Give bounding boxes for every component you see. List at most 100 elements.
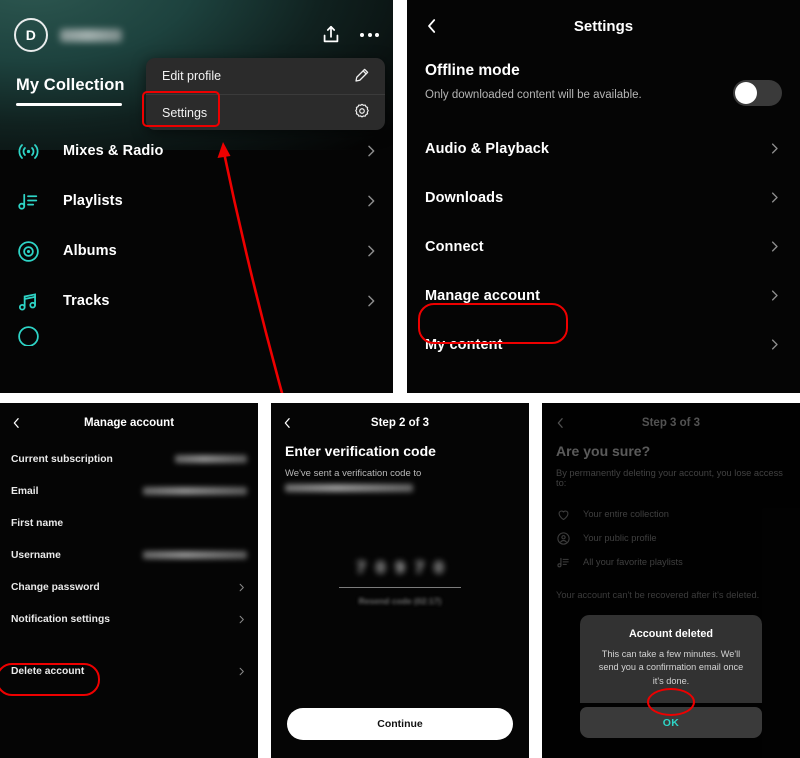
settings-row-my-content[interactable]: My content: [407, 320, 800, 369]
manage-row-delete-account[interactable]: Delete account: [0, 655, 258, 687]
playlist-icon: [556, 555, 571, 570]
manage-row-change-password[interactable]: Change password: [0, 571, 258, 603]
manage-row-label: Current subscription: [11, 453, 113, 465]
panel-settings: Settings Offline mode Only downloaded co…: [407, 0, 800, 393]
manage-row-label: Email: [11, 485, 39, 497]
manage-title: Manage account: [83, 417, 175, 429]
loss-item-label: Your public profile: [583, 533, 657, 543]
manage-row-first-name[interactable]: First name: [0, 507, 258, 539]
panel-separator: [258, 403, 271, 758]
manage-list: Current subscription Email First name Us…: [0, 443, 258, 687]
settings-row-audio-playback[interactable]: Audio & Playback: [407, 124, 800, 173]
verify-email-redacted: [285, 484, 413, 492]
collection-row-albums[interactable]: Albums: [0, 226, 393, 276]
chevron-left-icon[interactable]: [554, 417, 567, 430]
settings-row-label: Audio & Playback: [425, 140, 550, 157]
settings-nav-bar: Settings: [407, 0, 800, 52]
offline-mode-title: Offline mode: [425, 62, 520, 79]
confirm-description: By permanently deleting your account, yo…: [556, 468, 783, 488]
confirm-step-title: Step 3 of 3: [641, 417, 701, 429]
verification-code-value: 70970: [356, 558, 454, 577]
chevron-right-icon: [767, 239, 782, 254]
heart-icon: [556, 507, 571, 522]
panel-manage-account: Manage account Current subscription Emai…: [0, 403, 258, 758]
confirm-nav-bar: Step 3 of 3: [542, 403, 800, 443]
chevron-right-icon: [236, 582, 247, 593]
confirm-title: Are you sure?: [556, 443, 651, 459]
manage-row-username[interactable]: Username: [0, 539, 258, 571]
resend-code-label[interactable]: Resend code (02:17): [271, 596, 529, 606]
panel-separator: [393, 0, 407, 397]
dialog-content: Account deleted This can take a few minu…: [580, 615, 762, 704]
menu-item-settings[interactable]: Settings: [146, 94, 385, 130]
chevron-right-icon: [767, 141, 782, 156]
collection-header-row: D: [0, 12, 393, 58]
profile-circle-icon: [556, 531, 571, 546]
page-title: My Collection: [16, 76, 125, 94]
collection-list: Mixes & Radio Playlists Albums Tracks: [0, 126, 393, 393]
manage-nav-bar: Manage account: [0, 403, 258, 443]
offline-mode-toggle[interactable]: [733, 80, 782, 106]
header-actions: [320, 24, 379, 46]
settings-row-label: Connect: [425, 238, 484, 255]
dialog-message: This can take a few minutes. We'll send …: [598, 649, 744, 686]
loss-item-label: Your entire collection: [583, 509, 669, 519]
verification-code-field[interactable]: 70970 Resend code (02:17): [271, 558, 529, 606]
gear-icon: [353, 102, 371, 123]
collection-row-playlists[interactable]: Playlists: [0, 176, 393, 226]
menu-item-edit-profile[interactable]: Edit profile: [146, 58, 385, 94]
settings-row-manage-account[interactable]: Manage account: [407, 271, 800, 320]
collection-row-label: Tracks: [63, 293, 110, 309]
continue-button[interactable]: Continue: [287, 708, 513, 740]
chevron-right-icon: [767, 288, 782, 303]
manage-row-notification-settings[interactable]: Notification settings: [0, 603, 258, 635]
account-deleted-dialog: Account deleted This can take a few minu…: [580, 615, 762, 739]
loss-item-label: All your favorite playlists: [583, 557, 683, 567]
username-redacted: [60, 28, 122, 42]
offline-mode-text: Offline mode Only downloaded content wil…: [425, 62, 675, 104]
profile-dropdown-menu: Edit profile Settings: [146, 58, 385, 130]
title-underline: [16, 103, 122, 106]
chevron-left-icon[interactable]: [281, 417, 294, 430]
loss-item-profile: Your public profile: [556, 526, 786, 550]
verify-subtitle: We've sent a verification code to: [285, 468, 422, 479]
dialog-title: Account deleted: [629, 628, 713, 640]
verify-header: Enter verification code We've sent a ver…: [271, 443, 529, 492]
manage-row-label: Delete account: [11, 665, 85, 677]
manage-row-value-redacted: [175, 455, 247, 463]
settings-row-connect[interactable]: Connect: [407, 222, 800, 271]
panel-verification: Step 2 of 3 Enter verification code We'v…: [271, 403, 529, 758]
collection-row-tracks[interactable]: Tracks: [0, 276, 393, 326]
code-underline: [339, 587, 461, 589]
pencil-icon: [353, 66, 371, 87]
verify-title: Enter verification code: [285, 443, 436, 459]
collection-row-label: Albums: [63, 243, 117, 259]
manage-row-label: First name: [11, 517, 64, 529]
playlist-icon: [16, 189, 41, 214]
collection-row-mixes-radio[interactable]: Mixes & Radio: [0, 126, 393, 176]
chevron-left-icon[interactable]: [10, 417, 23, 430]
manage-row-current-subscription[interactable]: Current subscription: [0, 443, 258, 475]
manage-row-value-redacted: [143, 551, 247, 559]
share-icon[interactable]: [320, 24, 342, 46]
settings-row-label: Downloads: [425, 189, 504, 206]
collection-row-partial[interactable]: [0, 326, 393, 346]
avatar-initial: D: [25, 27, 37, 43]
chevron-right-icon: [767, 190, 782, 205]
panel-separator: [529, 403, 542, 758]
settings-title: Settings: [573, 17, 634, 35]
chevron-left-icon[interactable]: [423, 17, 441, 35]
avatar[interactable]: D: [14, 18, 48, 52]
chevron-right-icon: [363, 243, 379, 259]
loss-item-playlists: All your favorite playlists: [556, 550, 786, 574]
settings-row-label: Manage account: [425, 287, 541, 304]
radio-waves-icon: [16, 139, 41, 164]
settings-row-label: My content: [425, 336, 503, 353]
settings-row-downloads[interactable]: Downloads: [407, 173, 800, 222]
dialog-ok-button[interactable]: OK: [580, 707, 762, 739]
manage-row-label: Notification settings: [11, 613, 110, 625]
verify-nav-bar: Step 2 of 3: [271, 403, 529, 443]
manage-row-email[interactable]: Email: [0, 475, 258, 507]
more-icon[interactable]: [360, 33, 379, 37]
settings-list: Audio & Playback Downloads Connect Manag…: [407, 124, 800, 369]
